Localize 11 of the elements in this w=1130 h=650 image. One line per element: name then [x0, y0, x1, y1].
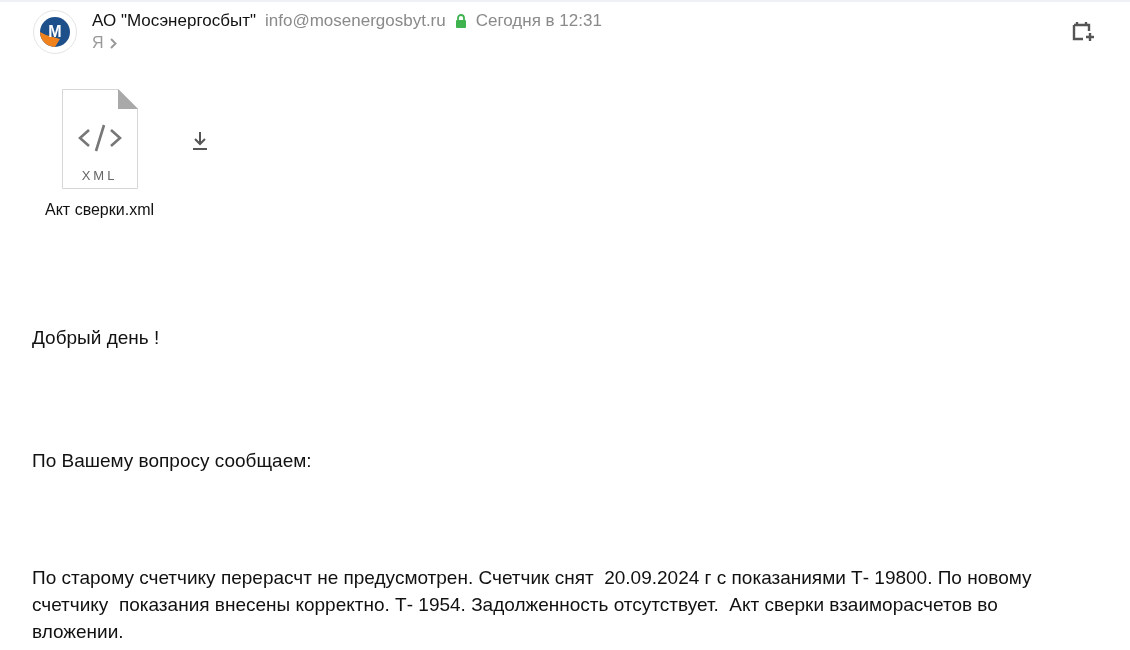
- file-name[interactable]: Акт сверки.xml: [45, 198, 154, 222]
- message-paragraph: По старому счетчику перерасчт не предусмотрен. Счетчик снят 20.09.2024 г с показаниями Т- 19800. По новому счетчику показания внесены корректно. Т- 1954. Задолженность отсутствует. Акт сверки взаиморасчетов во вложении.: [32, 566, 1033, 644]
- add-to-calendar-icon[interactable]: [1072, 20, 1094, 42]
- message-paragraph: По Вашему вопросу сообщаем:: [32, 449, 313, 473]
- sender-email[interactable]: info@mosenergosbyt.ru: [265, 10, 446, 32]
- download-icon[interactable]: [192, 131, 208, 151]
- sender-name[interactable]: АО "Мосэнергосбыт": [92, 10, 256, 32]
- chevron-right-icon: [109, 37, 117, 49]
- message-paragraph: Добрый день !: [32, 326, 161, 350]
- xml-file-icon[interactable]: XML: [61, 89, 138, 189]
- date: Сегодня в 12:31: [475, 10, 602, 32]
